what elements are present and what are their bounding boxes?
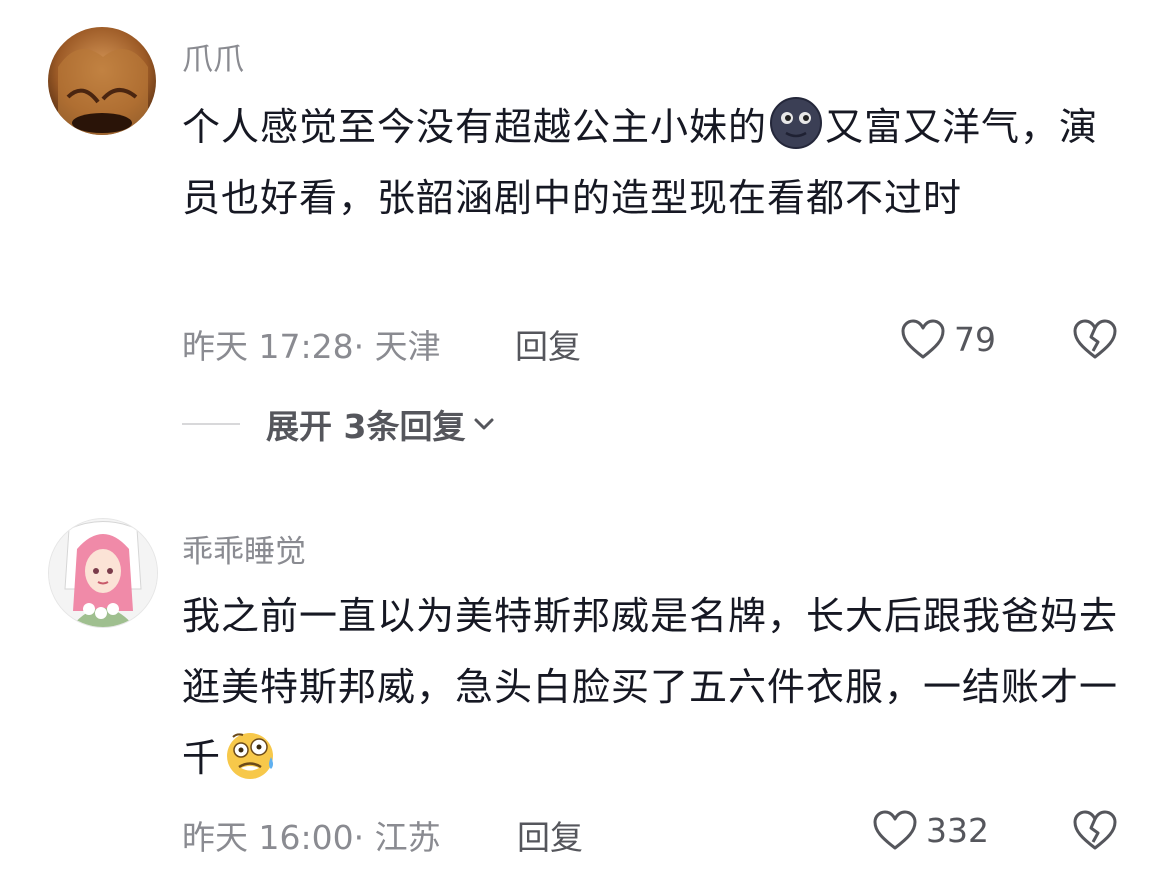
dislike-button[interactable] — [1072, 809, 1118, 855]
dislike-button[interactable] — [1072, 318, 1118, 364]
broken-heart-icon — [1073, 810, 1117, 850]
username[interactable]: 爪爪 — [182, 34, 244, 79]
comment-text-part: 个人感觉至今没有超越公主小妹的 — [182, 105, 768, 149]
heart-icon — [873, 810, 917, 850]
comment-text-part: 我之前一直以为美特斯邦威是名牌，长大后跟我爸妈去逛美特斯邦威，急头白脸买了五六件… — [182, 594, 1119, 780]
like-button[interactable]: 79 — [900, 318, 996, 360]
woozy-sweat-face-emoji — [227, 733, 274, 779]
heart-icon — [901, 319, 945, 359]
comment-text: 个人感觉至今没有超越公主小妹的 又富又洋气，演员也好看，张韶涵剧中的造型现在看都… — [182, 92, 1132, 234]
time-location: 昨天 17:28· 天津 — [182, 327, 441, 366]
username[interactable]: 乖乖睡觉 — [182, 526, 306, 571]
broken-heart-icon — [1073, 319, 1117, 359]
expand-replies[interactable]: 展开 3条回复 — [182, 400, 497, 448]
like-count: 332 — [926, 810, 989, 850]
reply-button[interactable]: 回复 — [515, 320, 581, 368]
reply-button[interactable]: 回复 — [517, 811, 583, 859]
divider — [182, 423, 240, 425]
time-location: 昨天 16:00· 江苏 — [182, 818, 441, 857]
avatar[interactable] — [48, 27, 156, 135]
comment-text: 我之前一直以为美特斯邦威是名牌，长大后跟我爸妈去逛美特斯邦威，急头白脸买了五六件… — [182, 581, 1132, 794]
like-button[interactable]: 332 — [872, 809, 989, 851]
like-count: 79 — [954, 319, 996, 359]
chevron-down-icon — [474, 418, 494, 430]
avatar[interactable] — [48, 518, 158, 628]
new-moon-face-emoji — [770, 97, 823, 149]
expand-replies-label[interactable]: 展开 3条回复 — [266, 400, 465, 448]
